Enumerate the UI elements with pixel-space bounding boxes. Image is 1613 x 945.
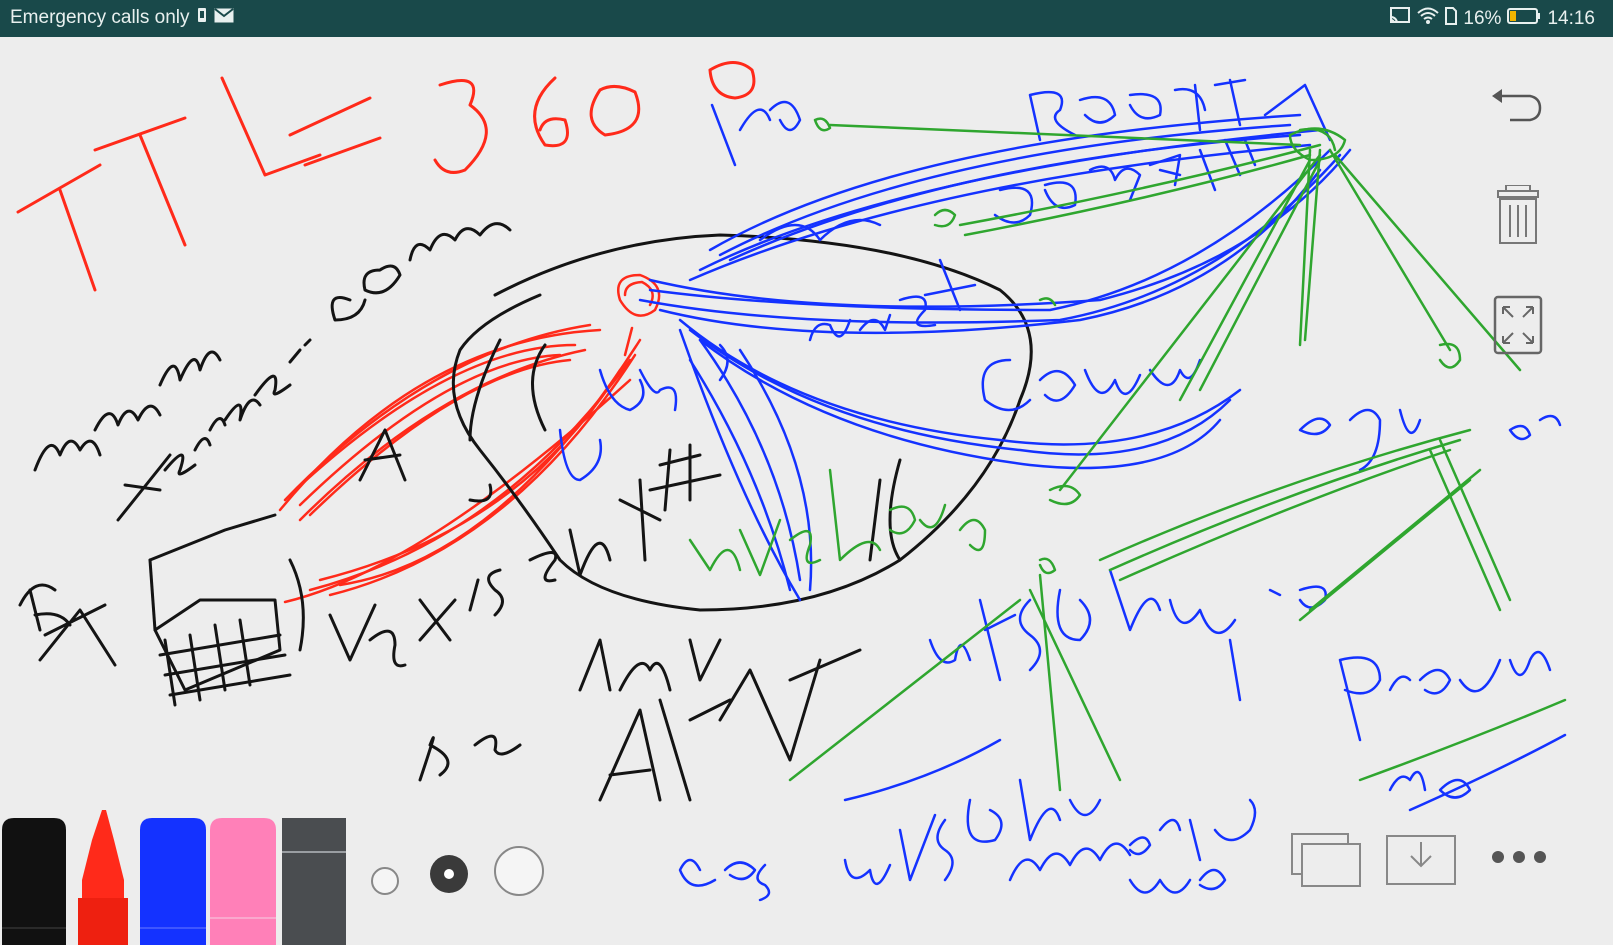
wifi-icon — [1417, 7, 1440, 31]
pen-blue[interactable] — [138, 810, 208, 945]
size-medium-option-selected[interactable] — [430, 855, 468, 893]
selected-dot-icon — [444, 869, 454, 879]
blue-sketch — [558, 78, 1567, 902]
sim-icon — [197, 7, 207, 29]
sketch-layer — [16, 61, 1567, 902]
sim-card-icon — [1445, 7, 1458, 31]
green-sketch — [688, 117, 1567, 792]
carrier-text: Emergency calls only — [10, 7, 190, 28]
red-ttl-text — [16, 61, 756, 292]
undo-icon[interactable] — [1490, 84, 1544, 124]
more-icon[interactable] — [1488, 847, 1550, 867]
status-time: 14:16 — [1547, 8, 1595, 29]
trash-icon[interactable] — [1496, 185, 1540, 245]
cast-icon — [1389, 7, 1411, 31]
pen-pink[interactable] — [208, 810, 278, 945]
eraser-tool[interactable] — [280, 810, 348, 945]
size-small-option[interactable] — [371, 867, 399, 895]
battery-icon — [1507, 8, 1541, 30]
black-sketch — [18, 222, 1033, 802]
fullscreen-icon[interactable] — [1493, 295, 1543, 355]
drawing-canvas[interactable] — [0, 37, 1613, 945]
battery-percent: 16% — [1463, 8, 1502, 29]
status-bar: Emergency calls only 16% 14:16 — [0, 0, 1613, 37]
mail-icon — [213, 7, 234, 29]
pen-red-selected[interactable] — [68, 810, 138, 945]
download-icon[interactable] — [1385, 834, 1457, 886]
pen-black[interactable] — [0, 810, 68, 945]
size-large-option[interactable] — [494, 846, 544, 896]
copy-pages-icon[interactable] — [1290, 832, 1362, 888]
